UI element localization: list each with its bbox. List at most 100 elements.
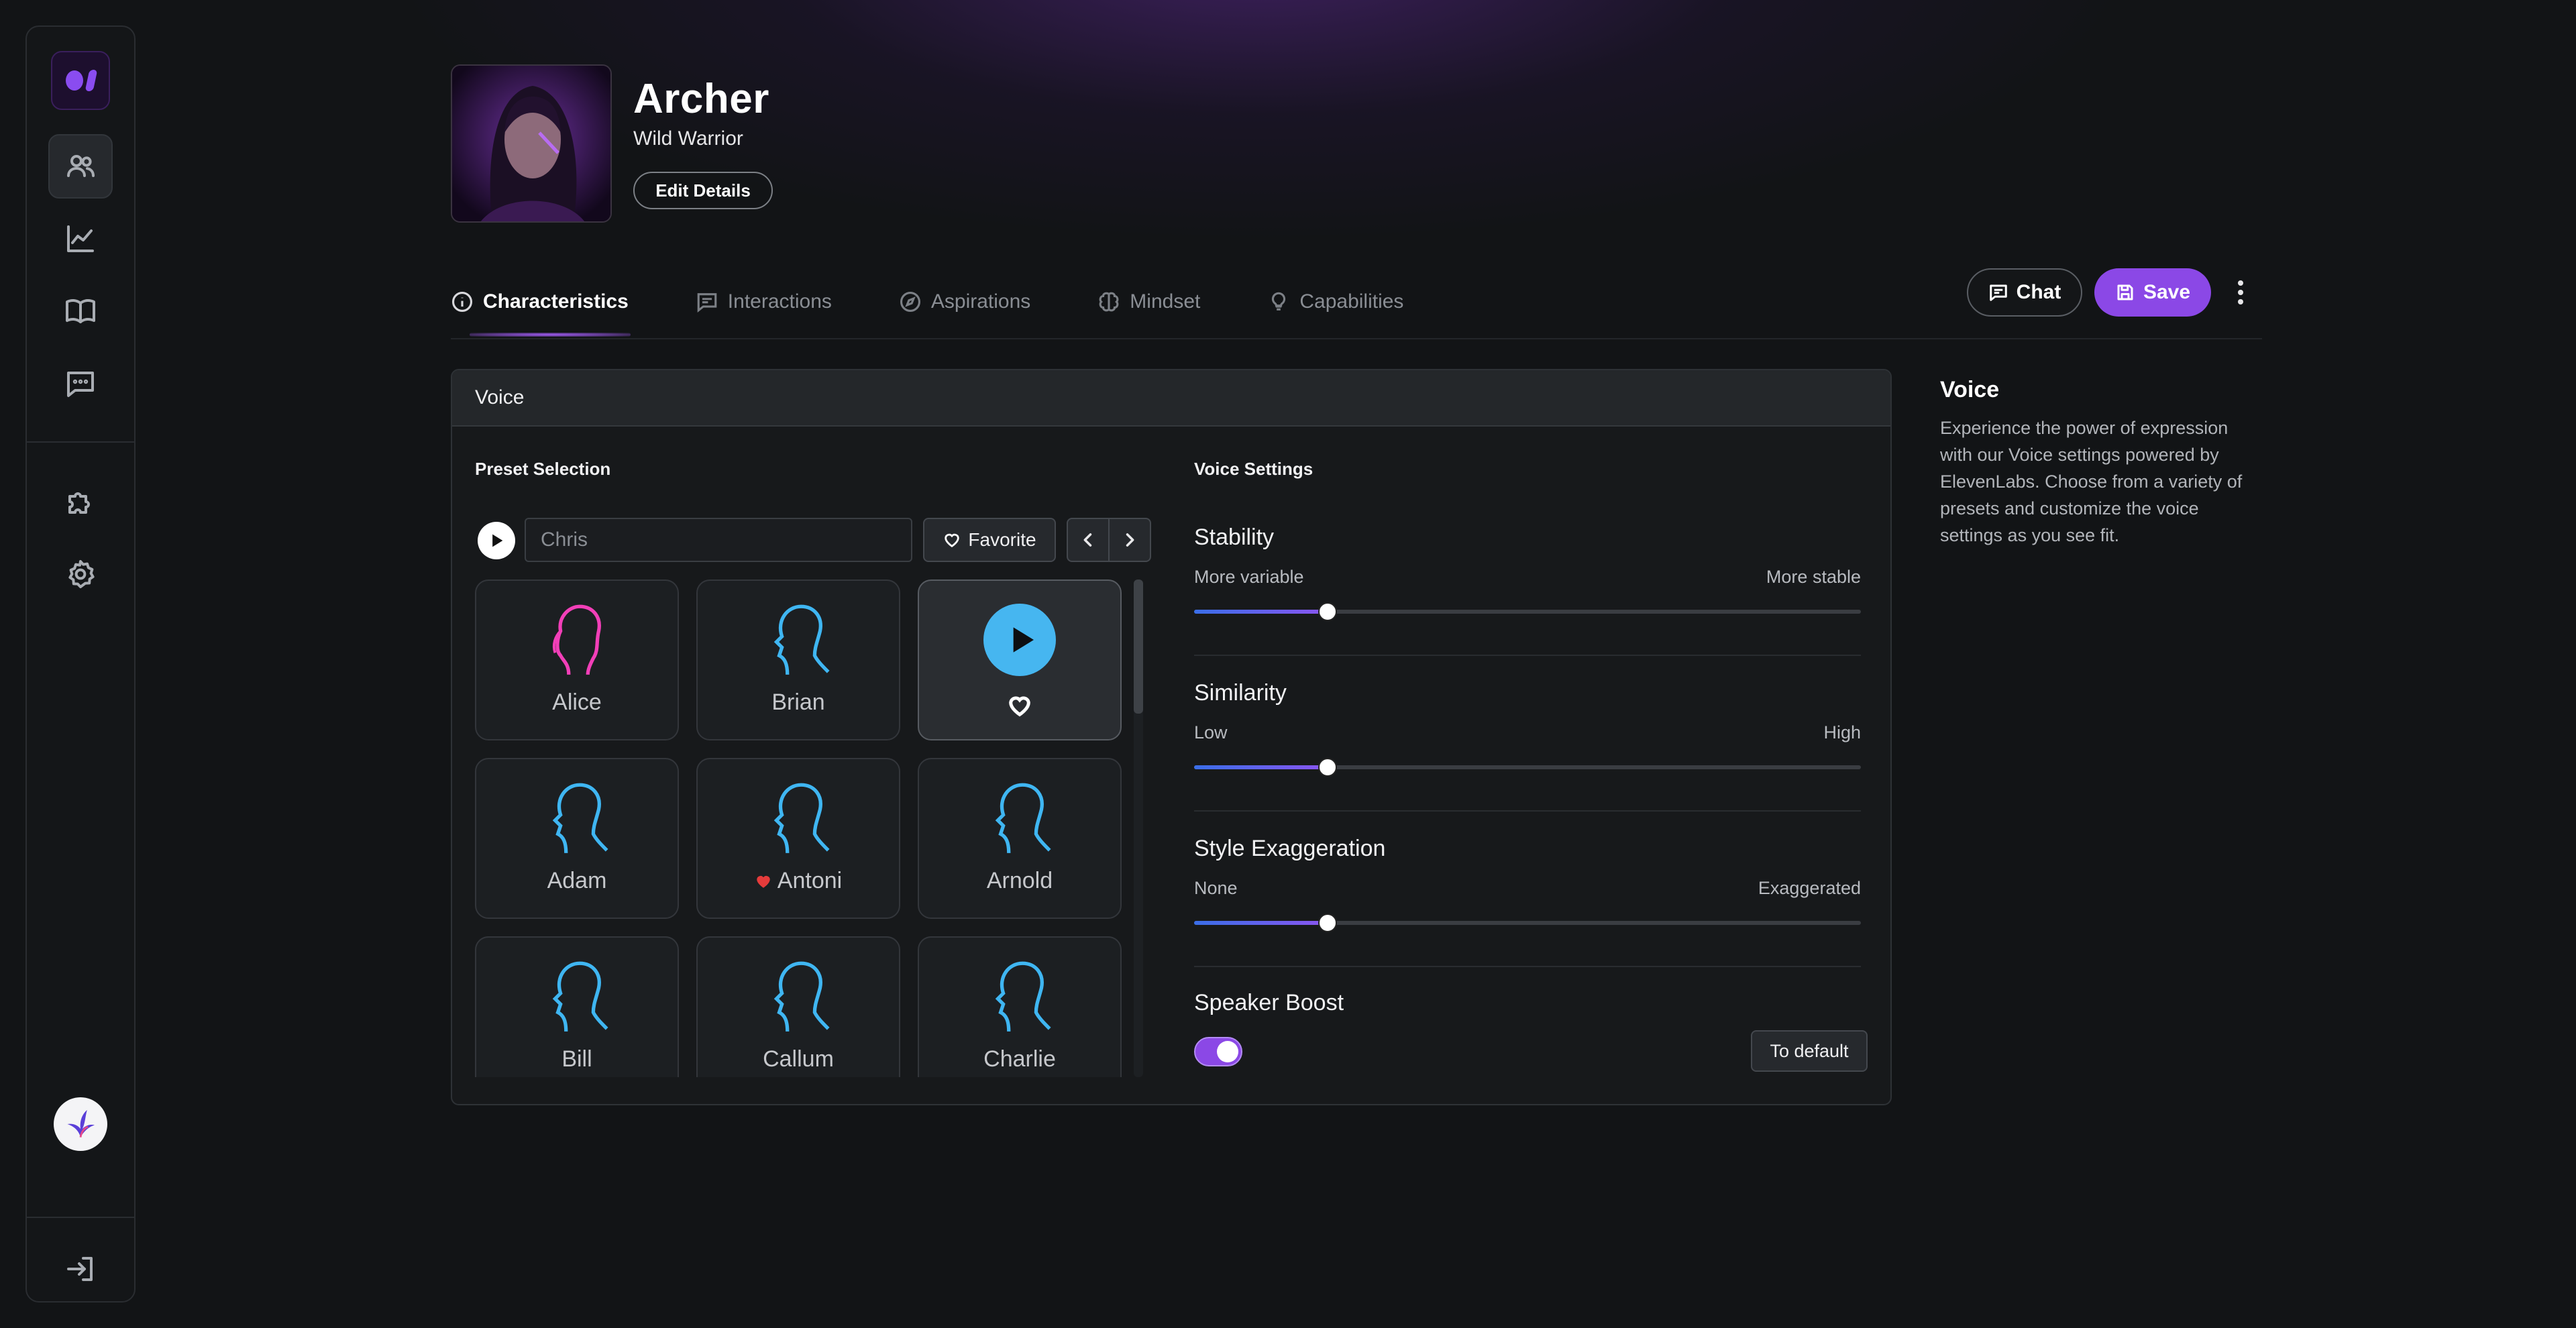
- sidebar-divider: [27, 441, 134, 443]
- app-logo[interactable]: [51, 51, 110, 110]
- character-name: Archer: [633, 76, 769, 122]
- toggle-knob: [1217, 1041, 1238, 1062]
- head-silhouette-icon: [773, 604, 830, 675]
- tab-divider: [451, 338, 2262, 339]
- preset-name: Arnold: [986, 868, 1053, 893]
- style-exaggeration-setting: Style Exaggeration None Exaggerated: [1194, 836, 1861, 935]
- heart-icon: [945, 533, 960, 548]
- head-silhouette-icon: [773, 783, 830, 853]
- preset-scrollbar[interactable]: [1134, 579, 1143, 1077]
- voice-panel-title: Voice: [452, 370, 1890, 427]
- sidebar-item-settings[interactable]: [48, 542, 113, 606]
- setting-min-label: Low: [1194, 722, 1228, 742]
- preset-card-brian[interactable]: Brian: [696, 579, 900, 740]
- sidebar-item-logout[interactable]: [48, 1237, 113, 1301]
- save-icon: [2117, 284, 2133, 300]
- head-silhouette-icon: [552, 783, 608, 853]
- similarity-slider[interactable]: [1194, 755, 1861, 779]
- play-icon: [1013, 627, 1034, 653]
- active-tab-indicator: [470, 333, 631, 337]
- sidebar-item-messages[interactable]: [48, 351, 113, 416]
- tab-bar: Characteristics Interactions Aspirations…: [451, 282, 1470, 338]
- sidebar: [25, 25, 136, 1303]
- chart-icon: [67, 225, 94, 252]
- sidebar-item-library[interactable]: [48, 279, 113, 343]
- voice-settings-label: Voice Settings: [1194, 459, 1313, 479]
- head-silhouette-icon: [995, 961, 1051, 1032]
- slider-thumb[interactable]: [1318, 914, 1337, 932]
- sidebar-item-plugins[interactable]: [48, 469, 113, 534]
- tab-aspirations[interactable]: Aspirations: [899, 282, 1030, 322]
- head-silhouette-icon: [552, 604, 601, 675]
- slider-fill: [1194, 765, 1328, 769]
- stability-slider[interactable]: [1194, 600, 1861, 624]
- slider-fill: [1194, 610, 1328, 614]
- settings-divider: [1194, 810, 1861, 812]
- message-icon: [67, 372, 94, 397]
- save-button[interactable]: Save: [2094, 268, 2211, 317]
- preset-scrollbar-thumb[interactable]: [1134, 579, 1143, 714]
- preset-card-arnold[interactable]: Arnold: [918, 758, 1122, 919]
- slider-fill: [1194, 921, 1328, 925]
- character-subtitle: Wild Warrior: [633, 127, 743, 150]
- preset-name: Adam: [547, 868, 607, 893]
- tab-label: Aspirations: [930, 290, 1031, 313]
- tab-label: Interactions: [727, 290, 832, 313]
- previous-preset-button[interactable]: [1067, 518, 1110, 562]
- more-options-button[interactable]: [2229, 275, 2253, 310]
- voice-panel: Voice Preset Selection Favorite Alice Br…: [451, 369, 1892, 1105]
- info-description: Experience the power of expression with …: [1940, 418, 2243, 545]
- edit-details-button[interactable]: Edit Details: [633, 172, 773, 209]
- preset-card-adam[interactable]: Adam: [475, 758, 679, 919]
- chat-label: Chat: [2016, 281, 2061, 303]
- similarity-setting: Similarity Low High: [1194, 680, 1861, 779]
- tab-label: Characteristics: [483, 290, 629, 313]
- next-preset-button[interactable]: [1108, 518, 1151, 562]
- bird-logo-icon: [67, 1110, 95, 1138]
- favorite-heart-icon: [757, 875, 770, 888]
- speaker-boost-label: Speaker Boost: [1194, 990, 1344, 1015]
- sidebar-item-analytics[interactable]: [48, 207, 113, 271]
- puzzle-icon: [68, 492, 90, 514]
- lightbulb-icon: [1272, 292, 1286, 311]
- slider-thumb[interactable]: [1318, 602, 1337, 621]
- preview-play-button[interactable]: [478, 522, 515, 559]
- style-exaggeration-slider[interactable]: [1194, 911, 1861, 935]
- tab-capabilities[interactable]: Capabilities: [1267, 282, 1403, 322]
- heart-outline-icon[interactable]: [1006, 692, 1033, 719]
- preset-card-callum[interactable]: Callum: [696, 936, 900, 1077]
- tab-mindset[interactable]: Mindset: [1097, 282, 1200, 322]
- sidebar-item-characters[interactable]: [48, 134, 113, 199]
- to-default-button[interactable]: To default: [1751, 1030, 1868, 1072]
- preset-selection-label: Preset Selection: [475, 459, 611, 479]
- preset-card-alice[interactable]: Alice: [475, 579, 679, 740]
- chat-icon: [697, 293, 717, 313]
- favorite-button[interactable]: Favorite: [923, 518, 1056, 562]
- preset-card-bill[interactable]: Bill: [475, 936, 679, 1077]
- tab-interactions[interactable]: Interactions: [696, 282, 832, 322]
- info-icon: [451, 291, 473, 313]
- tab-characteristics[interactable]: Characteristics: [451, 282, 629, 322]
- setting-min-label: More variable: [1194, 567, 1304, 587]
- head-silhouette-icon: [552, 961, 608, 1032]
- setting-label: Style Exaggeration: [1194, 836, 1386, 861]
- chat-button[interactable]: Chat: [1967, 268, 2082, 317]
- slider-thumb[interactable]: [1318, 758, 1337, 777]
- head-silhouette-icon: [995, 783, 1051, 853]
- logout-icon: [67, 1257, 93, 1281]
- app-root: Archer Wild Warrior Edit Details Charact…: [0, 0, 2576, 1328]
- brain-icon: [1099, 292, 1119, 312]
- preset-card-antoni[interactable]: Antoni: [696, 758, 900, 919]
- save-label: Save: [2143, 281, 2191, 303]
- speaker-boost-toggle[interactable]: [1194, 1037, 1242, 1066]
- preset-grid: Alice Brian Adam Antoni Arnold Bill Call…: [475, 579, 1143, 1077]
- chevron-left-icon: [1083, 533, 1092, 547]
- preset-card-charlie[interactable]: Charlie: [918, 936, 1122, 1077]
- play-preset-button[interactable]: [983, 604, 1056, 676]
- book-icon: [66, 298, 95, 323]
- user-avatar[interactable]: [54, 1097, 107, 1151]
- preset-card-selected[interactable]: [918, 579, 1122, 740]
- preset-name: Callum: [763, 1046, 834, 1072]
- chevron-right-icon: [1126, 533, 1134, 547]
- preset-search-input[interactable]: [525, 518, 912, 562]
